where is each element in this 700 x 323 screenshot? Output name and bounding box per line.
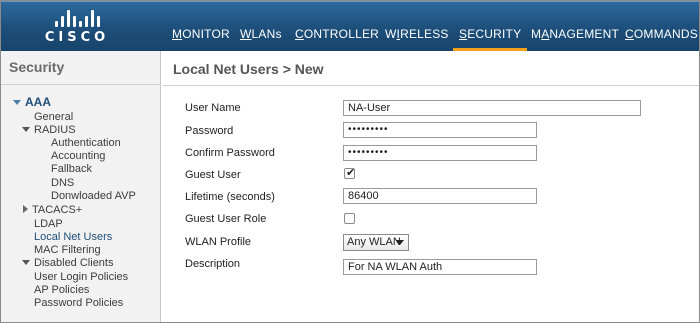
sidebar-item-authentication[interactable]: Authentication bbox=[51, 137, 121, 149]
guest-user-role-label: Guest User Role bbox=[185, 213, 267, 225]
guest-user-role-checkbox[interactable] bbox=[344, 213, 355, 224]
sidebar-item-ldap[interactable]: LDAP bbox=[34, 218, 63, 230]
sidebar-title: Security bbox=[9, 59, 65, 75]
sidebar-item-local-net-users[interactable]: Local Net Users bbox=[34, 231, 112, 243]
nav-monitor[interactable]: MONITOR bbox=[172, 27, 230, 51]
title-divider bbox=[163, 85, 699, 86]
nav-commands[interactable]: COMMANDS bbox=[625, 27, 698, 51]
nav-wlans[interactable]: WLANs bbox=[240, 27, 282, 51]
sidebar-item-accounting[interactable]: Accounting bbox=[51, 150, 105, 162]
dropdown-arrow-icon bbox=[396, 240, 404, 245]
nav-management[interactable]: MANAGEMENT bbox=[531, 27, 619, 51]
sidebar-divider bbox=[1, 84, 161, 85]
sidebar-item-aaa[interactable]: AAA bbox=[13, 95, 51, 109]
app-window: CISCO MONITOR WLANs CONTROLLER WIRELESS … bbox=[0, 0, 700, 323]
sidebar-item-dns[interactable]: DNS bbox=[51, 177, 74, 189]
guest-user-label: Guest User bbox=[185, 169, 241, 181]
description-label: Description bbox=[185, 258, 241, 270]
confirm-password-input[interactable]: ••••••••• bbox=[343, 145, 537, 161]
expand-arrow-icon bbox=[22, 260, 30, 265]
sidebar-item-general[interactable]: General bbox=[34, 111, 73, 123]
logo-text: CISCO bbox=[44, 30, 110, 45]
password-label: Password bbox=[185, 125, 234, 137]
sidebar-item-mac-filtering[interactable]: MAC Filtering bbox=[34, 244, 101, 256]
password-input[interactable]: ••••••••• bbox=[343, 122, 537, 138]
confirm-password-label: Confirm Password bbox=[185, 147, 275, 159]
sidebar-item-fallback[interactable]: Fallback bbox=[51, 163, 92, 175]
guest-user-checkbox[interactable]: ✔ bbox=[344, 166, 356, 179]
nav-security[interactable]: SECURITY bbox=[452, 27, 528, 51]
nav-controller[interactable]: CONTROLLER bbox=[295, 27, 379, 51]
top-header: CISCO MONITOR WLANs CONTROLLER WIRELESS … bbox=[1, 1, 699, 51]
sidebar-item-tacacs[interactable]: TACACS+ bbox=[23, 204, 82, 216]
sidebar-item-user-login-policies[interactable]: User Login Policies bbox=[34, 271, 128, 283]
sidebar-item-downloaded-avp[interactable]: Donwloaded AVP bbox=[51, 190, 136, 202]
lifetime-label: Lifetime (seconds) bbox=[185, 191, 275, 203]
page-title: Local Net Users > New bbox=[173, 61, 324, 77]
checkmark-icon: ✔ bbox=[346, 166, 356, 179]
lifetime-input[interactable]: 86400 bbox=[343, 188, 537, 204]
user-name-label: User Name bbox=[185, 102, 241, 114]
description-input[interactable]: For NA WLAN Auth bbox=[343, 259, 537, 275]
expand-arrow-icon bbox=[13, 100, 21, 105]
cisco-bars-icon bbox=[55, 9, 103, 27]
sidebar-item-password-policies[interactable]: Password Policies bbox=[34, 297, 123, 309]
sidebar-item-disabled-clients[interactable]: Disabled Clients bbox=[22, 257, 113, 269]
sidebar: Security AAA General RADIUS Authenticati… bbox=[1, 51, 161, 322]
user-name-input[interactable]: NA-User bbox=[343, 100, 641, 116]
nav-wireless[interactable]: WIRELESS bbox=[385, 27, 449, 51]
sidebar-item-radius[interactable]: RADIUS bbox=[22, 124, 76, 136]
wlan-profile-select[interactable]: Any WLAN bbox=[343, 234, 409, 251]
collapsed-arrow-icon bbox=[23, 205, 28, 213]
cisco-logo: CISCO bbox=[19, 9, 135, 45]
expand-arrow-icon bbox=[22, 127, 30, 132]
sidebar-item-ap-policies[interactable]: AP Policies bbox=[34, 284, 89, 296]
wlan-profile-label: WLAN Profile bbox=[185, 236, 252, 248]
